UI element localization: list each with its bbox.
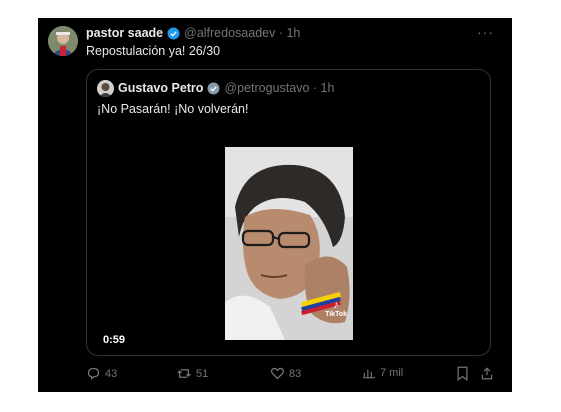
quoted-time[interactable]: 1h <box>321 81 335 95</box>
reply-button[interactable]: 43 <box>86 366 117 381</box>
video-thumbnail[interactable]: ♪ TikTok <box>225 147 353 340</box>
author-handle[interactable]: @alfredosaadev <box>184 26 275 40</box>
reply-count: 43 <box>105 367 118 380</box>
tweet-time[interactable]: 1h <box>286 26 300 40</box>
tweet-text: Repostulación ya! 26/30 <box>86 44 221 58</box>
repost-button[interactable]: 51 <box>176 366 208 381</box>
views-button[interactable]: 7 mil <box>362 366 403 380</box>
tiktok-label: TikTok <box>325 311 347 318</box>
like-button[interactable]: 83 <box>270 366 301 381</box>
like-count: 83 <box>289 367 302 380</box>
action-bar: 43 51 83 7 mil <box>38 364 512 384</box>
quoted-author-avatar[interactable] <box>97 80 114 97</box>
tiktok-watermark: ♪ TikTok <box>325 299 347 319</box>
share-icon <box>481 367 493 380</box>
tweet-card[interactable]: pastor saade @alfredosaadev · 1h ··· Rep… <box>38 18 512 392</box>
views-count: 7 mil <box>380 367 404 379</box>
author-name[interactable]: pastor saade <box>86 26 163 40</box>
author-avatar[interactable] <box>48 26 78 56</box>
repost-icon <box>177 369 191 378</box>
bookmark-button[interactable] <box>456 366 469 381</box>
views-icon <box>363 369 375 379</box>
repost-count: 51 <box>196 367 209 380</box>
verified-badge-icon <box>167 27 180 39</box>
share-button[interactable] <box>480 366 494 381</box>
tiktok-icon: ♪ <box>333 299 339 311</box>
bookmark-icon <box>457 366 468 381</box>
separator-dot: · <box>309 81 321 95</box>
video-duration: 0:59 <box>103 334 126 346</box>
more-options-icon[interactable]: ··· <box>477 24 494 40</box>
quoted-author-handle[interactable]: @petrogustavo <box>224 81 309 95</box>
verified-gray-badge-icon <box>207 82 220 94</box>
reply-icon <box>87 367 100 380</box>
quoted-author-name[interactable]: Gustavo Petro <box>118 81 203 95</box>
separator-dot: · <box>275 26 287 40</box>
quoted-tweet[interactable]: Gustavo Petro @petrogustavo · 1h ¡No Pas… <box>86 69 491 356</box>
heart-icon <box>270 367 285 380</box>
author-line: pastor saade @alfredosaadev · 1h <box>86 26 300 40</box>
quoted-text: ¡No Pasarán! ¡No volverán! <box>97 102 249 116</box>
quoted-author-line: Gustavo Petro @petrogustavo · 1h <box>118 81 334 95</box>
